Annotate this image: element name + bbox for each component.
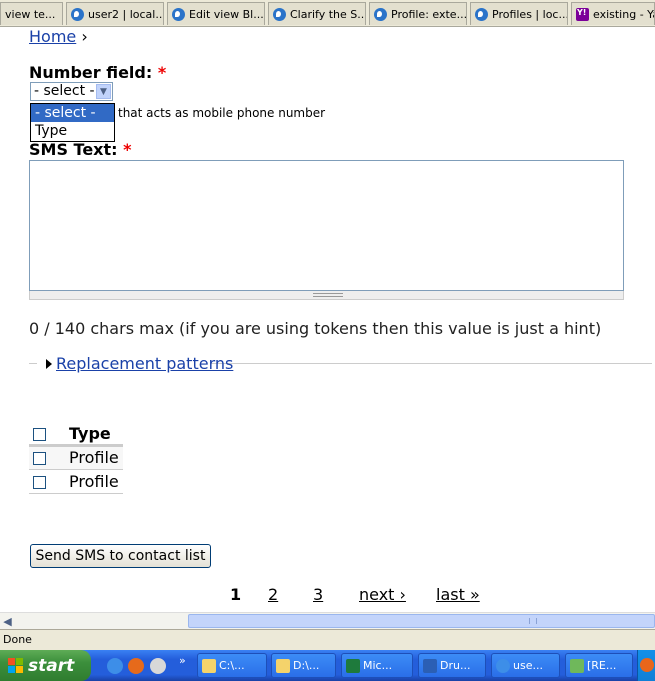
firefox-icon[interactable] <box>640 658 654 672</box>
number-field-dropdown: - select - Type <box>30 103 115 142</box>
task-label: Mic... <box>363 659 393 672</box>
screen: view te... user2 | local... Edit view Bl… <box>0 0 655 681</box>
task-label: use... <box>513 659 543 672</box>
page-content: Home › Number field: * - select - ▼ - se… <box>0 27 655 612</box>
drupal-icon <box>475 7 488 21</box>
sms-text-area[interactable] <box>29 160 624 291</box>
send-sms-button[interactable]: Send SMS to contact list <box>30 544 211 568</box>
drupal-icon <box>273 7 286 21</box>
pager-page-2[interactable]: 2 <box>268 585 278 604</box>
start-button[interactable]: start <box>0 650 91 681</box>
breadcrumb-home-link[interactable]: Home <box>29 27 76 46</box>
chars-counter: 0 / 140 chars max (if you are using toke… <box>29 319 602 338</box>
scrollbar-thumb[interactable] <box>188 614 655 628</box>
pager-current: 1 <box>230 585 242 604</box>
folder-icon <box>276 658 290 673</box>
system-tray <box>637 650 655 681</box>
status-bar: Done <box>0 629 655 650</box>
status-text: Done <box>3 633 32 646</box>
task-label: D:\... <box>293 659 320 672</box>
taskbar-button[interactable]: use... <box>491 653 560 678</box>
number-field-label: Number field: * <box>29 63 166 82</box>
row-checkbox[interactable] <box>33 452 46 465</box>
dropdown-option[interactable]: Type <box>31 122 114 140</box>
tab-label: Profile: exte... <box>391 7 467 21</box>
pager-next[interactable]: next › <box>359 585 406 604</box>
media-player-icon[interactable] <box>150 658 166 674</box>
replacement-patterns-toggle[interactable]: Replacement patterns <box>46 354 233 373</box>
select-all-checkbox[interactable] <box>33 427 46 441</box>
firefox-icon[interactable] <box>128 658 144 674</box>
chevron-down-icon[interactable]: ▼ <box>96 84 111 99</box>
select-all-cell <box>29 423 65 447</box>
start-label: start <box>28 655 75 676</box>
sms-text-label-text: SMS Text: <box>29 140 118 159</box>
browser-tab[interactable]: view te... <box>0 2 63 25</box>
textarea-resize-grip[interactable] <box>29 291 624 300</box>
tab-label: view te... <box>5 7 56 21</box>
type-cell: Profile <box>65 445 123 470</box>
drupal-icon <box>374 7 387 21</box>
internet-explorer-icon <box>496 658 510 673</box>
tab-label: existing - Ya... <box>593 7 654 21</box>
quick-launch-more[interactable]: » <box>179 654 186 667</box>
dropdown-option[interactable]: - select - <box>31 104 114 122</box>
required-mark: * <box>157 63 167 82</box>
browser-tab[interactable]: user2 | local... <box>66 2 164 25</box>
taskbar-button[interactable]: C:\... <box>197 653 267 678</box>
taskbar-button[interactable]: Mic... <box>341 653 413 678</box>
drupal-icon <box>71 7 84 21</box>
taskbar-button[interactable]: Dru... <box>418 653 486 678</box>
fieldset-border <box>29 363 37 364</box>
select-value: - select - <box>34 83 95 99</box>
number-field-description: that acts as mobile phone number <box>118 106 326 120</box>
windows-logo-icon <box>8 658 23 673</box>
browser-tab[interactable]: existing - Ya... <box>571 2 655 25</box>
task-label: Dru... <box>440 659 471 672</box>
notepad-icon <box>570 658 584 673</box>
taskbar-button[interactable]: [RE... <box>565 653 633 678</box>
taskbar-button[interactable]: D:\... <box>271 653 336 678</box>
tab-label: user2 | local... <box>88 7 164 21</box>
horizontal-scrollbar[interactable]: ◀ <box>0 612 655 629</box>
browser-tab[interactable]: Profiles | loc... <box>470 2 568 25</box>
number-field-label-text: Number field: <box>29 63 153 82</box>
browser-tab[interactable]: Clarify the S... <box>268 2 366 25</box>
word-icon <box>423 658 437 673</box>
tab-label: Clarify the S... <box>290 7 366 21</box>
replacement-patterns-link[interactable]: Replacement patterns <box>56 354 233 373</box>
tab-label: Profiles | loc... <box>492 7 568 21</box>
required-mark: * <box>123 140 132 159</box>
task-label: C:\... <box>219 659 245 672</box>
tab-label: Edit view Bl... <box>189 7 264 21</box>
type-cell: Profile <box>65 469 123 494</box>
browser-tab-bar: view te... user2 | local... Edit view Bl… <box>0 0 655 27</box>
row-checkbox-cell <box>29 445 65 470</box>
yahoo-icon <box>576 7 589 21</box>
table-header-row: Type <box>29 423 123 447</box>
type-column-header: Type <box>65 423 123 447</box>
number-field-select[interactable]: - select - ▼ <box>30 82 113 101</box>
internet-explorer-icon[interactable] <box>107 658 123 674</box>
scroll-left-arrow-icon[interactable]: ◀ <box>0 613 15 630</box>
breadcrumb-separator: › <box>81 27 88 46</box>
pager-last[interactable]: last » <box>436 585 480 604</box>
table-row: Profile <box>29 469 123 494</box>
browser-tab[interactable]: Edit view Bl... <box>167 2 265 25</box>
row-checkbox[interactable] <box>33 475 46 489</box>
drupal-icon <box>172 7 185 21</box>
pager-page-3[interactable]: 3 <box>313 585 323 604</box>
collapsed-triangle-icon <box>46 358 52 369</box>
contact-type-table: Type Profile Profile <box>29 423 123 494</box>
breadcrumb: Home › <box>29 27 88 46</box>
table-row: Profile <box>29 445 123 470</box>
task-label: [RE... <box>587 659 617 672</box>
browser-tab[interactable]: Profile: exte... <box>369 2 467 25</box>
fieldset-border <box>210 363 652 364</box>
sms-text-label: SMS Text: * <box>29 140 132 159</box>
windows-taskbar: start » C:\... D:\... Mic... Dru... use.… <box>0 650 655 681</box>
folder-icon <box>202 658 216 673</box>
excel-icon <box>346 658 360 673</box>
row-checkbox-cell <box>29 469 65 494</box>
